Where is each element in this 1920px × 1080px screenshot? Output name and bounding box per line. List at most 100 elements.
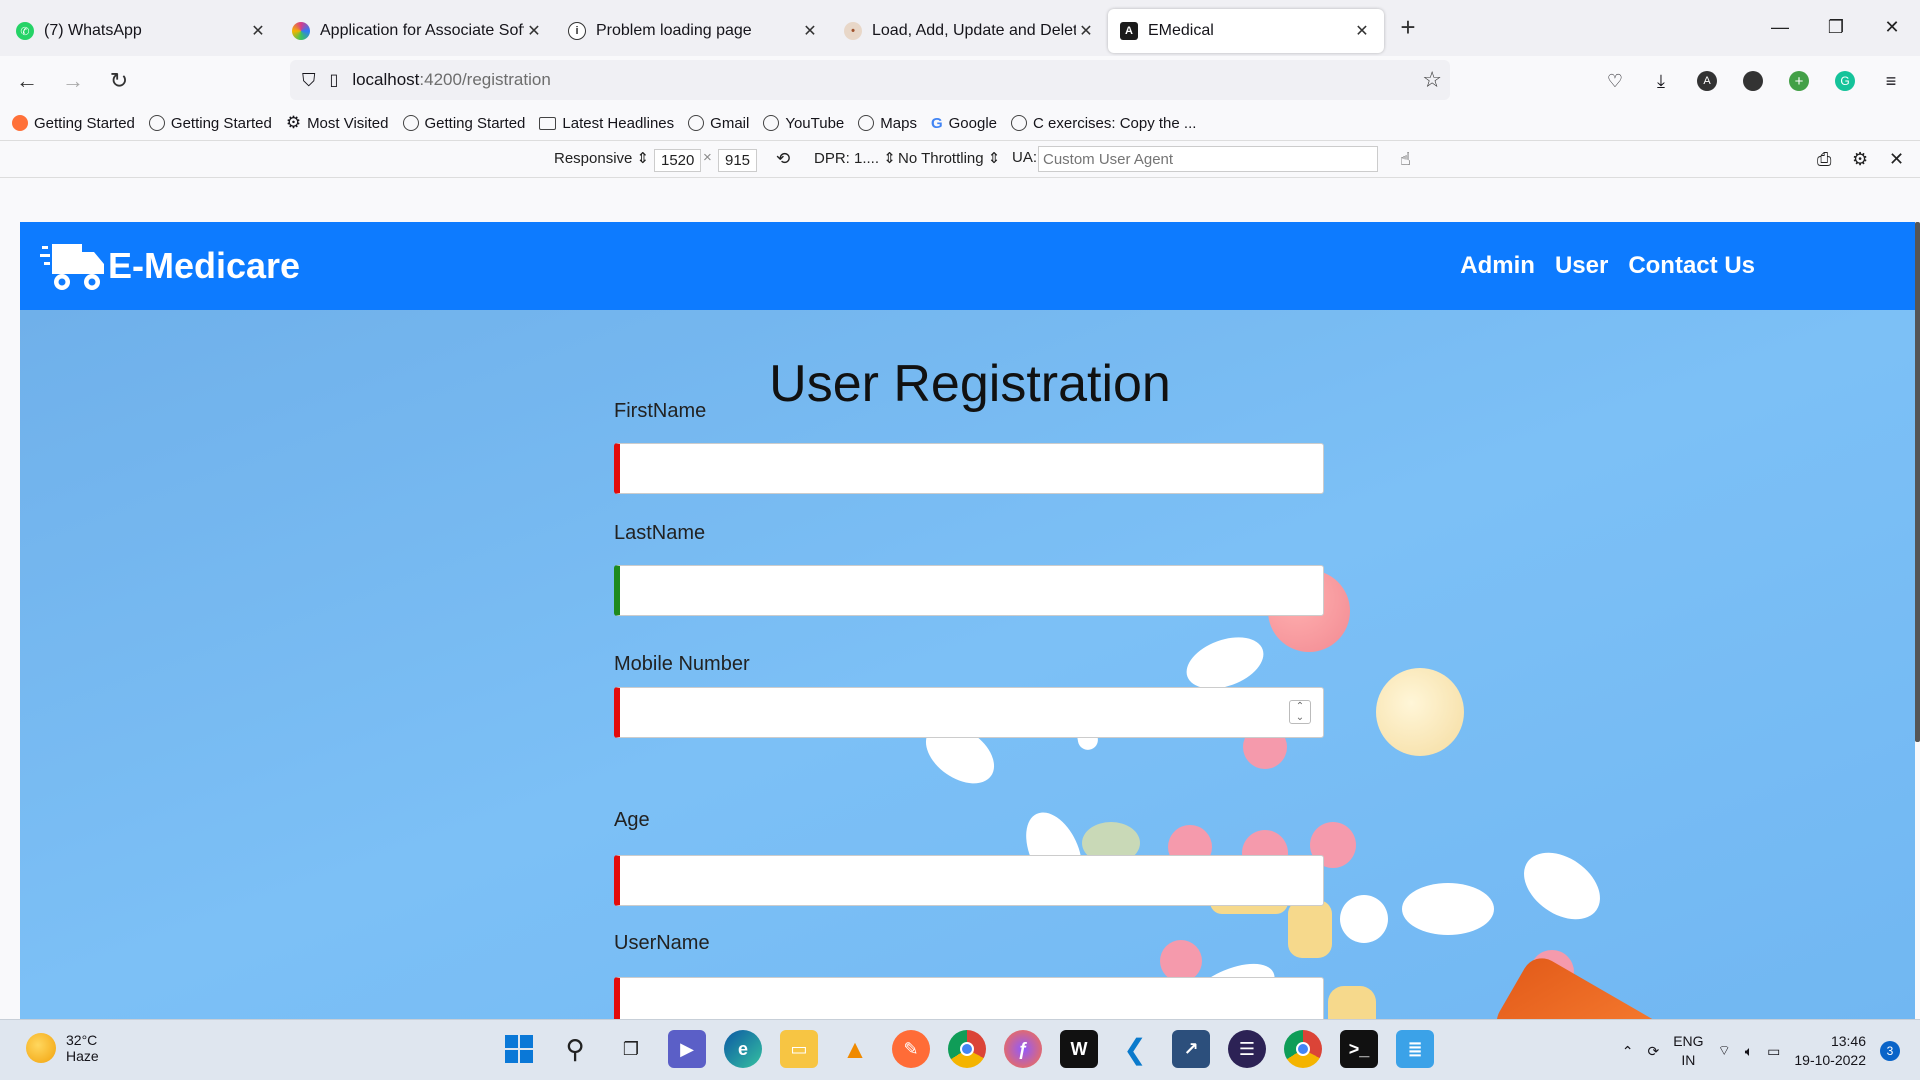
tab-title: Application for Associate Softw — [320, 22, 524, 39]
bookmark-item[interactable]: G Google — [931, 115, 997, 132]
touch-simulation-icon[interactable]: ☝ — [1400, 149, 1411, 170]
globe-icon — [1011, 115, 1028, 131]
url-bar[interactable]: ⛉ ▯ localhost:4200/registration ☆ — [290, 60, 1450, 100]
close-icon[interactable]: ✕ — [1352, 21, 1372, 41]
search-icon[interactable]: ⚲ — [556, 1030, 594, 1068]
chrome-icon[interactable] — [948, 1030, 986, 1068]
tray-chevron-icon[interactable]: ⌃ — [1622, 1043, 1634, 1060]
tab-problem-loading[interactable]: i Problem loading page ✕ — [556, 9, 832, 53]
bookmark-item[interactable]: Getting Started — [12, 115, 135, 132]
firstname-input[interactable] — [614, 443, 1324, 494]
rotate-icon[interactable]: ⟲ — [776, 149, 790, 169]
lastname-label: LastName — [614, 522, 706, 544]
notification-badge[interactable]: 3 — [1880, 1041, 1900, 1061]
account-icon[interactable]: A — [1688, 62, 1726, 100]
menu-icon[interactable]: ≡ — [1872, 62, 1910, 100]
settings-gear-icon[interactable]: ⚙ — [1852, 149, 1868, 170]
whatsapp-icon: ✆ — [16, 22, 34, 40]
vlc-icon[interactable]: ▲ — [836, 1030, 874, 1068]
terminal-icon[interactable]: >_ — [1340, 1030, 1378, 1068]
mobile-number-input[interactable]: ⌃ ⌄ — [614, 687, 1324, 738]
age-input[interactable] — [614, 855, 1324, 906]
file-explorer-icon[interactable]: ▭ — [780, 1030, 818, 1068]
screenshot-icon[interactable]: ⎙ — [1817, 149, 1831, 170]
close-rdm-icon[interactable]: ✕ — [1889, 149, 1904, 170]
pocket-icon[interactable]: ♡ — [1596, 62, 1634, 100]
eclipse-icon[interactable]: ☰ — [1228, 1030, 1266, 1068]
notepad-icon[interactable]: ≣ — [1396, 1030, 1434, 1068]
weather-widget[interactable]: 32°C Haze — [26, 1032, 99, 1064]
teams-chat-icon[interactable]: ▶ — [668, 1030, 706, 1068]
forward-icon[interactable]: → — [54, 62, 92, 100]
clock[interactable]: 13:46 19-10-2022 — [1794, 1032, 1866, 1070]
window-close-icon[interactable]: ✕ — [1864, 0, 1920, 54]
user-agent-input[interactable] — [1038, 146, 1378, 172]
page-info-icon[interactable]: ▯ — [330, 70, 339, 90]
bookmark-item[interactable]: Latest Headlines — [539, 115, 674, 132]
device-selector[interactable]: Responsive ⇕ — [554, 149, 649, 168]
close-icon[interactable]: ✕ — [248, 21, 268, 41]
add-extension-icon[interactable]: + — [1780, 62, 1818, 100]
page-icon: • — [844, 22, 862, 40]
wifi-icon[interactable]: ⌔ — [1718, 1042, 1731, 1060]
tab-load-add-update[interactable]: • Load, Add, Update and Delete ✕ — [832, 9, 1108, 53]
tab-whatsapp[interactable]: ✆ (7) WhatsApp ✕ — [4, 9, 280, 53]
download-icon[interactable]: ⤓ — [1642, 62, 1680, 100]
tab-emedical[interactable]: A EMedical ✕ — [1108, 9, 1384, 53]
firefox-taskbar-icon[interactable]: ƒ — [1004, 1030, 1042, 1068]
chrome-icon-2[interactable] — [1284, 1030, 1322, 1068]
bookmark-star-icon[interactable]: ☆ — [1422, 67, 1442, 93]
vscode-icon[interactable]: ❮ — [1116, 1030, 1154, 1068]
bookmark-item[interactable]: C exercises: Copy the ... — [1011, 115, 1196, 132]
page-scrollbar[interactable] — [1915, 222, 1920, 742]
width-input[interactable]: 1520 — [654, 149, 702, 172]
close-icon[interactable]: ✕ — [800, 21, 820, 41]
tab-application[interactable]: Application for Associate Softw ✕ — [280, 9, 556, 53]
throttling-selector[interactable]: No Throttling ⇕ — [898, 149, 1000, 168]
restore-icon[interactable]: ❐ — [1808, 0, 1864, 54]
bookmark-item[interactable]: YouTube — [763, 115, 844, 132]
close-icon[interactable]: ✕ — [1076, 21, 1096, 41]
time: 13:46 — [1830, 1033, 1866, 1049]
new-tab-button[interactable]: + — [1390, 10, 1426, 46]
edge-icon[interactable]: e — [724, 1030, 762, 1068]
brand-name: E-Medicare — [108, 245, 301, 286]
extension-icon[interactable] — [1734, 62, 1772, 100]
username-input[interactable] — [614, 977, 1324, 1019]
reload-icon[interactable]: ↻ — [100, 62, 138, 100]
page-viewport: E-Medicare Admin User Contact Us User Re… — [20, 222, 1915, 1019]
volume-icon[interactable]: 🔈︎ — [1745, 1043, 1753, 1060]
shield-icon[interactable]: ⛉ — [302, 70, 316, 91]
lastname-input[interactable] — [614, 565, 1324, 616]
tab-title: (7) WhatsApp — [44, 22, 142, 39]
sync-icon[interactable]: ⟳ — [1647, 1043, 1659, 1060]
webex-icon[interactable]: W — [1060, 1030, 1098, 1068]
bookmark-item[interactable]: ⚙ Most Visited — [286, 113, 389, 133]
grammarly-icon[interactable]: G — [1826, 62, 1864, 100]
bookmark-item[interactable]: Maps — [858, 115, 917, 132]
minimize-icon[interactable]: — — [1752, 0, 1808, 54]
weather-sun-icon — [26, 1033, 56, 1063]
close-icon[interactable]: ✕ — [524, 21, 544, 41]
task-view-icon[interactable]: ❐ — [612, 1030, 650, 1068]
nav-admin-link[interactable]: Admin — [1460, 252, 1535, 280]
dpr-selector[interactable]: DPR: 1.... ⇕ — [814, 149, 896, 168]
gear-icon: ⚙ — [285, 113, 302, 132]
nav-contact-link[interactable]: Contact Us — [1628, 252, 1755, 280]
language-indicator[interactable]: ENG IN — [1673, 1032, 1703, 1070]
globe-icon — [858, 115, 875, 131]
height-input[interactable]: 915 — [718, 149, 758, 172]
battery-icon[interactable]: ▭ — [1767, 1043, 1780, 1060]
bookmark-item[interactable]: Getting Started — [402, 115, 525, 132]
sts-icon[interactable]: ↗ — [1172, 1030, 1210, 1068]
bookmarks-toolbar: Getting Started Getting Started ⚙ Most Vi… — [0, 106, 1920, 140]
bookmark-item[interactable]: Gmail — [688, 115, 749, 132]
truck-icon — [40, 244, 104, 290]
brand[interactable]: E-Medicare — [40, 238, 300, 294]
postman-icon[interactable]: ✎ — [892, 1030, 930, 1068]
nav-user-link[interactable]: User — [1555, 252, 1608, 280]
back-icon[interactable]: ← — [8, 62, 46, 100]
windows-start-icon[interactable] — [500, 1030, 538, 1068]
bookmark-item[interactable]: Getting Started — [148, 115, 272, 132]
number-spinner-icon[interactable]: ⌃ ⌄ — [1289, 700, 1311, 724]
